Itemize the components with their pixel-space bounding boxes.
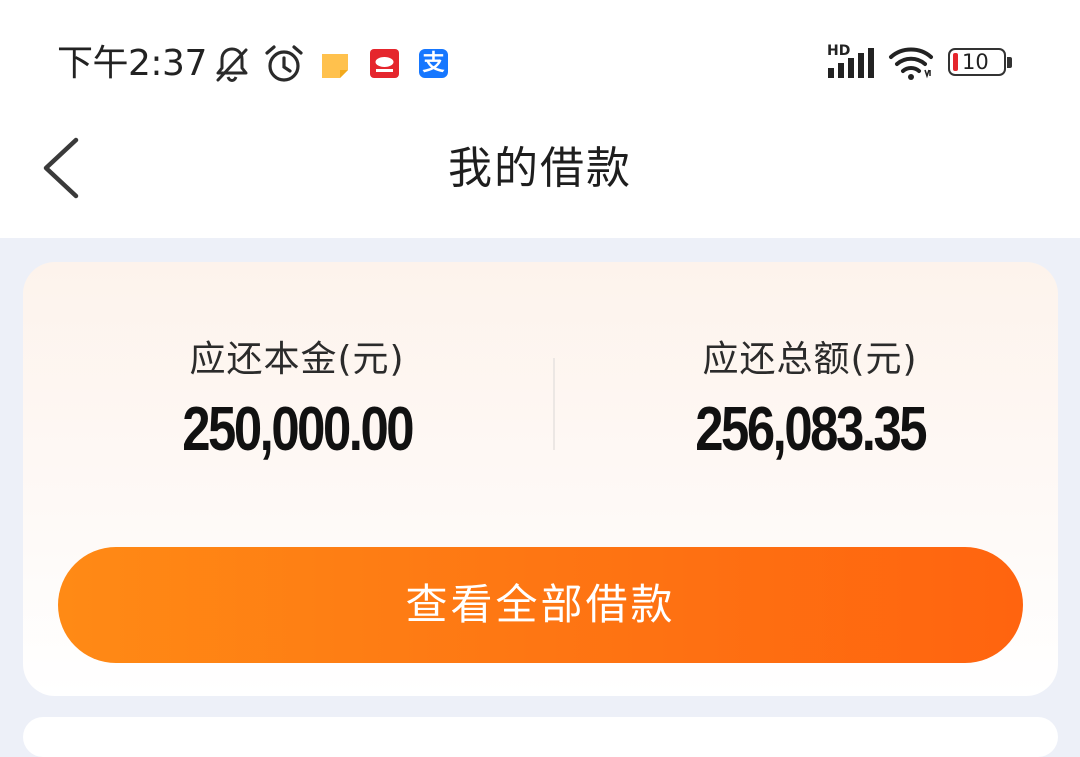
notes-app-icon <box>322 54 348 78</box>
red-app-icon <box>370 49 399 78</box>
battery-level: 10 <box>962 50 989 74</box>
view-all-loans-button[interactable]: 查看全部借款 <box>58 547 1023 663</box>
signal-icon <box>828 48 874 78</box>
total-label: 应还总额(元) <box>702 339 918 380</box>
loan-summary-card: 应还本金(元) 250,000.00 应还总额(元) 256,083.35 查看… <box>23 262 1058 696</box>
bell-off-icon <box>216 47 248 83</box>
principal-label: 应还本金(元) <box>189 339 405 380</box>
wifi-icon <box>889 47 933 80</box>
alarm-icon <box>265 45 303 82</box>
total-value: 256,083.35 <box>695 395 927 464</box>
status-bar: 下午2:37 支 HD 10 <box>0 0 1080 130</box>
page-title: 我的借款 <box>448 143 632 194</box>
battery-icon: 10 <box>948 48 1014 78</box>
principal-value: 250,000.00 <box>182 395 414 464</box>
next-card <box>23 717 1058 757</box>
status-time: 下午2:37 <box>57 43 207 84</box>
principal-block: 应还本金(元) 250,000.00 <box>97 334 497 466</box>
alipay-icon: 支 <box>419 49 448 78</box>
total-block: 应还总额(元) 256,083.35 <box>610 334 1010 466</box>
divider <box>553 358 555 450</box>
